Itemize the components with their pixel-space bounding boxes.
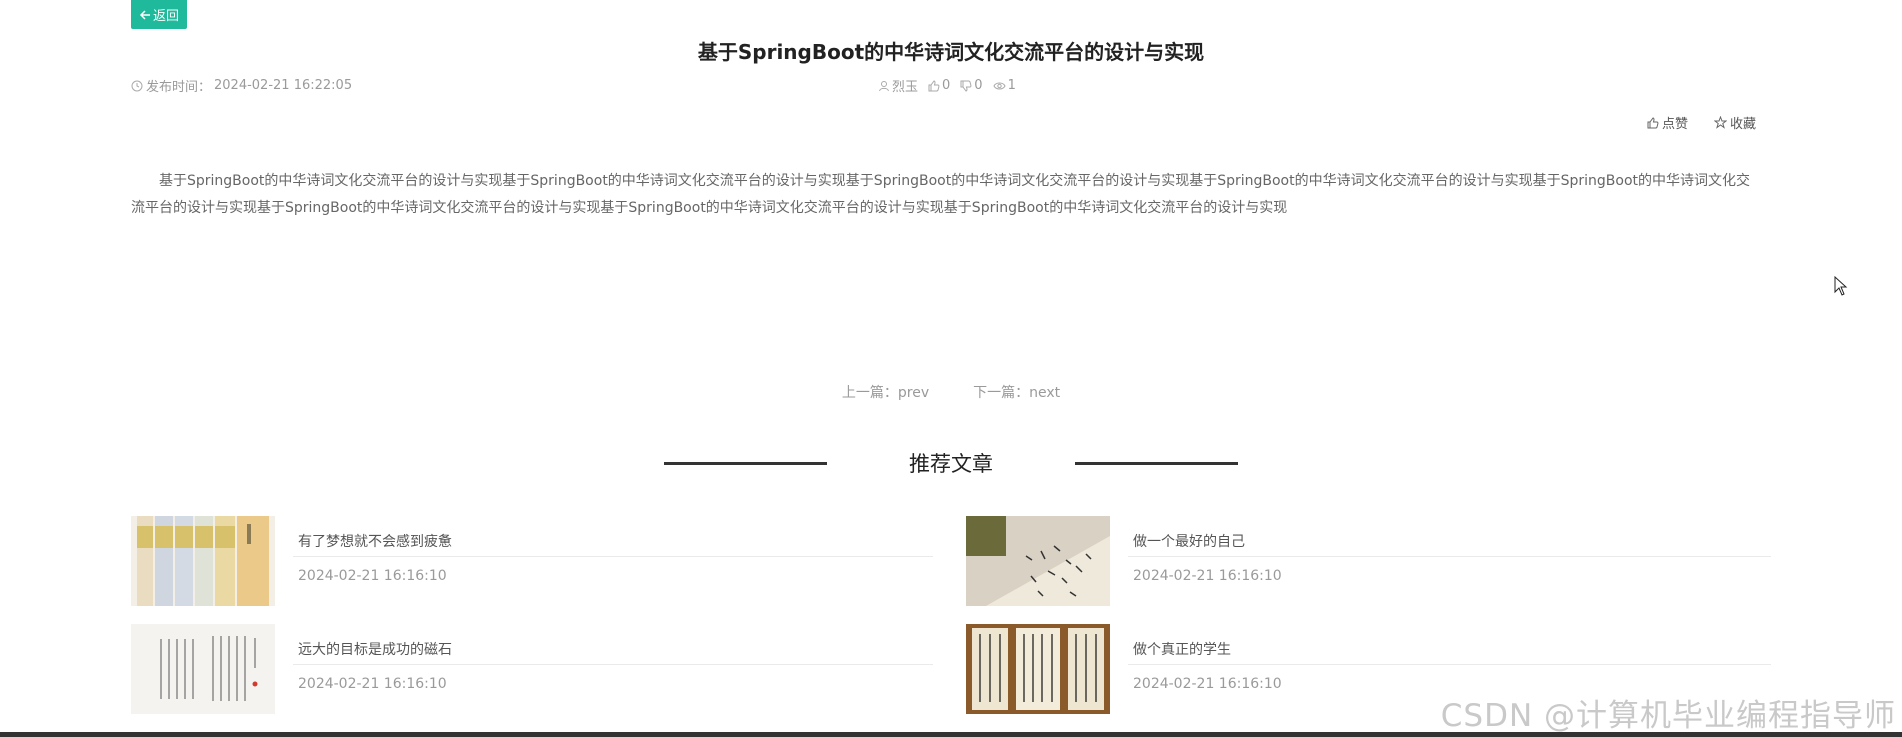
prev-value: prev [897, 385, 930, 401]
publish-label: 发布时间： [146, 80, 212, 95]
article-thumbnail [131, 516, 275, 606]
back-button-label: 返回 [152, 9, 179, 24]
watermark: CSDN @计算机毕业编程指导师 [1440, 698, 1896, 734]
divider [1128, 664, 1771, 665]
thumbs-up-icon [928, 79, 940, 92]
card-title[interactable]: 远大的目标是成功的磁石 [298, 639, 452, 659]
divider [1128, 556, 1771, 557]
article-title: 基于SpringBoot的中华诗词文化交流平台的设计与实现 [697, 40, 1205, 64]
user-icon [878, 80, 890, 92]
eye-icon [993, 80, 1006, 92]
article-actions: 点赞 收藏 [1647, 113, 1756, 132]
card-date: 2024-02-21 16:16:10 [298, 568, 447, 584]
prev-article-link[interactable]: 上一篇：prev [842, 382, 929, 402]
favorite-button-label: 收藏 [1729, 117, 1756, 132]
article-stats: 烈玉 0 0 1 [878, 76, 1016, 95]
dislikes-group: 0 [960, 78, 983, 93]
dislikes-count: 0 [974, 78, 983, 93]
recommend-card[interactable]: 远大的目标是成功的磁石 2024-02-21 16:16:10 [131, 624, 933, 716]
next-article-link[interactable]: 下一篇：next [973, 382, 1060, 402]
clock-icon [131, 80, 143, 92]
card-date: 2024-02-21 16:16:10 [298, 676, 447, 692]
card-title[interactable]: 做个真正的学生 [1133, 639, 1231, 659]
bottom-bar [0, 732, 1902, 737]
recommend-card[interactable]: 做一个最好的自己 2024-02-21 16:16:10 [966, 516, 1771, 608]
article-body: 基于SpringBoot的中华诗词文化交流平台的设计与实现基于SpringBoo… [131, 173, 1751, 216]
views-group: 1 [993, 78, 1016, 93]
favorite-button[interactable]: 收藏 [1713, 113, 1756, 132]
divider [293, 556, 933, 557]
card-date: 2024-02-21 16:16:10 [1133, 568, 1282, 584]
recommend-card[interactable]: 有了梦想就不会感到疲惫 2024-02-21 16:16:10 [131, 516, 933, 608]
next-label: 下一篇： [973, 385, 1030, 401]
like-button[interactable]: 点赞 [1647, 113, 1688, 132]
card-title[interactable]: 有了梦想就不会感到疲惫 [298, 531, 452, 551]
recommend-heading: 推荐文章 [0, 448, 1902, 478]
back-button[interactable]: 返回 [131, 0, 187, 29]
article-pager: 上一篇：prev 下一篇：next [0, 382, 1902, 402]
likes-count: 0 [942, 78, 951, 93]
mouse-cursor-icon [1834, 276, 1848, 296]
divider [1075, 461, 1238, 465]
likes-group: 0 [928, 78, 950, 93]
thumbs-up-icon [1647, 116, 1659, 129]
arrow-left-icon [139, 9, 151, 21]
author-name: 烈玉 [892, 80, 919, 95]
article-thumbnail [966, 624, 1110, 714]
article-thumbnail [966, 516, 1110, 606]
publish-info: 发布时间： 2024-02-21 16:22:05 [131, 76, 352, 95]
thumbs-down-icon [960, 80, 972, 92]
author-group: 烈玉 [878, 76, 918, 95]
card-date: 2024-02-21 16:16:10 [1133, 676, 1282, 692]
card-title[interactable]: 做一个最好的自己 [1133, 531, 1245, 551]
divider [664, 461, 827, 465]
next-value: next [1029, 385, 1061, 401]
article-thumbnail [131, 624, 275, 714]
views-count: 1 [1007, 78, 1016, 93]
prev-label: 上一篇： [841, 385, 898, 401]
publish-time: 2024-02-21 16:22:05 [214, 78, 353, 93]
divider [293, 664, 933, 665]
recommend-title: 推荐文章 [909, 452, 993, 476]
star-icon [1713, 116, 1727, 129]
like-button-label: 点赞 [1661, 117, 1688, 132]
